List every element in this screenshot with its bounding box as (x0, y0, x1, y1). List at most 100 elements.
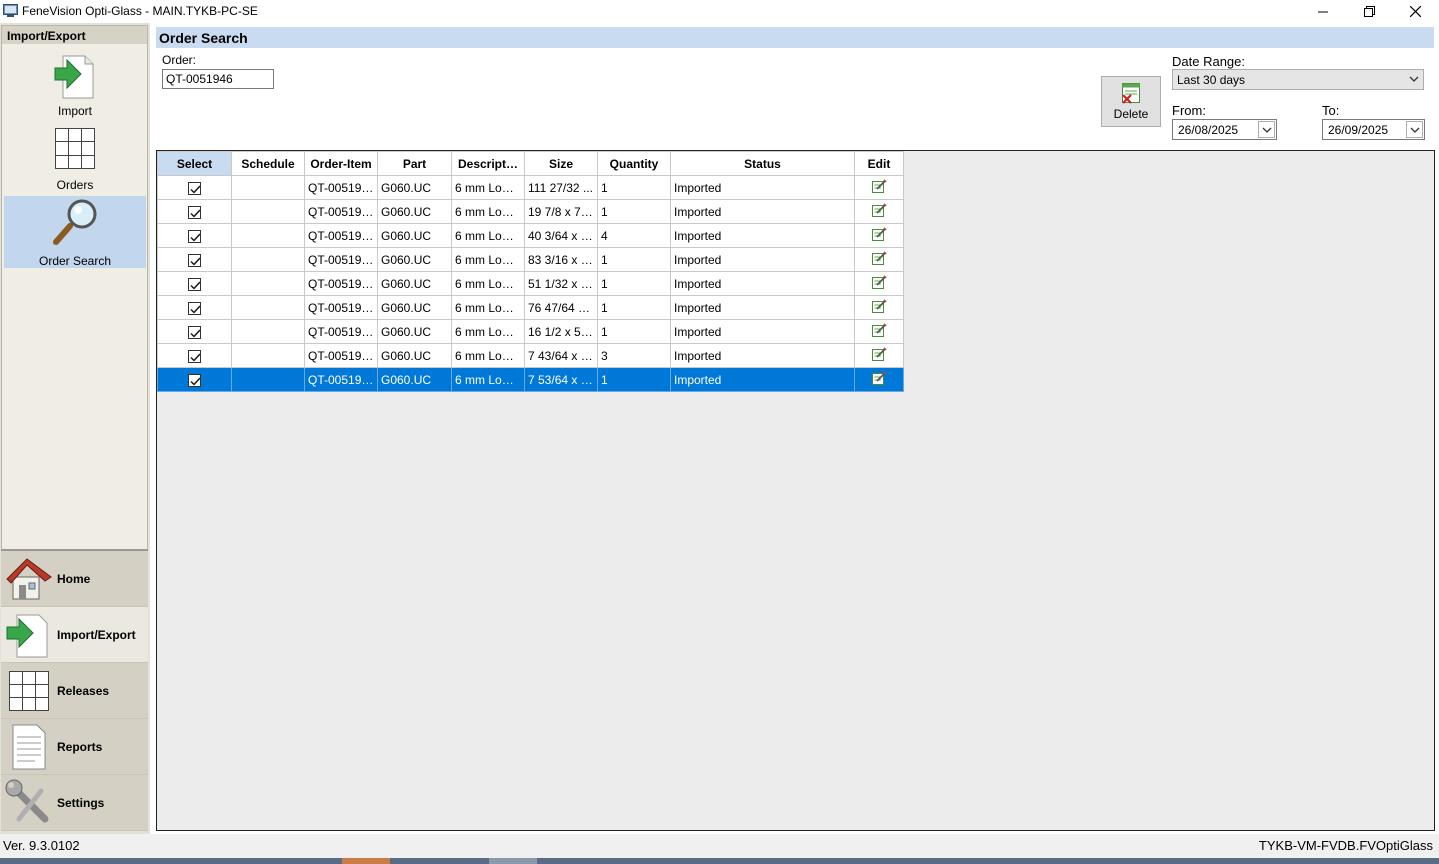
quantity-cell[interactable]: 1 (597, 271, 671, 296)
schedule-cell[interactable] (231, 199, 305, 224)
order-item-cell[interactable]: QT-005194... (304, 319, 378, 344)
description-cell[interactable]: 6 mm Lowl-... (451, 295, 525, 320)
schedule-cell[interactable] (231, 223, 305, 248)
description-cell[interactable]: 6 mm Lowl-... (451, 247, 525, 272)
tool-order-search[interactable]: Order Search (4, 196, 146, 268)
order-item-cell[interactable]: QT-005194... (304, 223, 378, 248)
edit-icon[interactable] (871, 370, 887, 386)
select-checkbox[interactable] (188, 325, 201, 339)
nav-item-releases[interactable]: Releases (1, 663, 148, 719)
table-row[interactable]: QT-005194... G060.UC 6 mm Lowl-... 7 43/64 … (157, 343, 904, 368)
status-cell[interactable]: Imported (670, 271, 855, 296)
table-row[interactable]: QT-005194... G060.UC 6 mm Lowl-... 83 3/16 … (157, 247, 904, 272)
column-header-status[interactable]: Status (670, 151, 855, 176)
size-cell[interactable]: 19 7/8 x 7 ... (524, 199, 598, 224)
select-cell[interactable] (157, 247, 232, 272)
schedule-cell[interactable] (231, 271, 305, 296)
size-cell[interactable]: 16 1/2 x 59... (524, 319, 598, 344)
table-row[interactable]: QT-005194... G060.UC 6 mm Lowl-... 51 1/32 … (157, 271, 904, 296)
column-header-quantity[interactable]: Quantity (597, 151, 671, 176)
select-cell[interactable] (157, 343, 232, 368)
description-cell[interactable]: 6 mm Lowl-... (451, 223, 525, 248)
edit-icon[interactable] (871, 250, 887, 266)
table-row[interactable]: QT-005194... G060.UC 6 mm Lowl-... 111 27/3… (157, 175, 904, 200)
column-header-description[interactable]: Descript… (451, 151, 525, 176)
schedule-cell[interactable] (231, 247, 305, 272)
edit-icon[interactable] (871, 274, 887, 290)
description-cell[interactable]: 6 mm Lowl-... (451, 343, 525, 368)
close-button[interactable] (1392, 0, 1438, 23)
nav-item-reports[interactable]: Reports (1, 719, 148, 775)
edit-cell[interactable] (854, 199, 904, 224)
select-checkbox[interactable] (188, 253, 201, 267)
part-cell[interactable]: G060.UC (377, 367, 452, 392)
nav-item-settings[interactable]: Settings (1, 775, 148, 831)
select-checkbox[interactable] (188, 181, 201, 195)
description-cell[interactable]: 6 mm Lowl-... (451, 271, 525, 296)
column-header-select[interactable]: Select (157, 151, 232, 176)
edit-cell[interactable] (854, 343, 904, 368)
tool-import[interactable]: Import (4, 50, 146, 122)
size-cell[interactable]: 7 53/64 x 1... (524, 367, 598, 392)
select-cell[interactable] (157, 199, 232, 224)
restore-button[interactable] (1346, 0, 1392, 23)
description-cell[interactable]: 6 mm Lowl-... (451, 199, 525, 224)
order-item-cell[interactable]: QT-005194... (304, 367, 378, 392)
select-cell[interactable] (157, 319, 232, 344)
select-checkbox[interactable] (188, 349, 201, 363)
nav-item-import-export[interactable]: Import/Export (1, 607, 148, 663)
select-checkbox[interactable] (188, 277, 201, 291)
status-cell[interactable]: Imported (670, 199, 855, 224)
order-item-cell[interactable]: QT-005194... (304, 175, 378, 200)
order-item-cell[interactable]: QT-005194... (304, 199, 378, 224)
part-cell[interactable]: G060.UC (377, 295, 452, 320)
table-row[interactable]: QT-005194... G060.UC 6 mm Lowl-... 7 53/64 … (157, 367, 904, 392)
size-cell[interactable]: 51 1/32 x 1... (524, 271, 598, 296)
schedule-cell[interactable] (231, 319, 305, 344)
order-item-cell[interactable]: QT-005194... (304, 271, 378, 296)
order-input[interactable]: QT-0051946 (162, 69, 274, 89)
quantity-cell[interactable]: 3 (597, 343, 671, 368)
select-cell[interactable] (157, 175, 232, 200)
edit-cell[interactable] (854, 175, 904, 200)
select-cell[interactable] (157, 223, 232, 248)
schedule-cell[interactable] (231, 343, 305, 368)
status-cell[interactable]: Imported (670, 295, 855, 320)
quantity-cell[interactable]: 4 (597, 223, 671, 248)
description-cell[interactable]: 6 mm Lowl-... (451, 175, 525, 200)
edit-cell[interactable] (854, 367, 904, 392)
status-cell[interactable]: Imported (670, 223, 855, 248)
description-cell[interactable]: 6 mm Lowl-... (451, 319, 525, 344)
order-item-cell[interactable]: QT-005194... (304, 295, 378, 320)
order-item-cell[interactable]: QT-005194... (304, 247, 378, 272)
select-checkbox[interactable] (188, 229, 201, 243)
size-cell[interactable]: 40 3/64 x 1... (524, 223, 598, 248)
select-cell[interactable] (157, 367, 232, 392)
table-row[interactable]: QT-005194... G060.UC 6 mm Lowl-... 16 1/2 x… (157, 319, 904, 344)
column-header-size[interactable]: Size (524, 151, 598, 176)
to-date-picker[interactable]: 26/09/2025 (1322, 119, 1425, 140)
select-checkbox[interactable] (188, 373, 201, 387)
table-row[interactable]: QT-005194... G060.UC 6 mm Lowl-... 40 3/64 … (157, 223, 904, 248)
quantity-cell[interactable]: 1 (597, 295, 671, 320)
status-cell[interactable]: Imported (670, 367, 855, 392)
edit-icon[interactable] (871, 226, 887, 242)
part-cell[interactable]: G060.UC (377, 319, 452, 344)
edit-icon[interactable] (871, 202, 887, 218)
edit-icon[interactable] (871, 346, 887, 362)
quantity-cell[interactable]: 1 (597, 175, 671, 200)
table-row[interactable]: QT-005194... G060.UC 6 mm Lowl-... 76 47/64… (157, 295, 904, 320)
edit-icon[interactable] (871, 178, 887, 194)
part-cell[interactable]: G060.UC (377, 223, 452, 248)
quantity-cell[interactable]: 1 (597, 319, 671, 344)
edit-cell[interactable] (854, 223, 904, 248)
part-cell[interactable]: G060.UC (377, 343, 452, 368)
order-item-cell[interactable]: QT-005194... (304, 343, 378, 368)
size-cell[interactable]: 111 27/32 ... (524, 175, 598, 200)
edit-cell[interactable] (854, 271, 904, 296)
part-cell[interactable]: G060.UC (377, 199, 452, 224)
status-cell[interactable]: Imported (670, 247, 855, 272)
description-cell[interactable]: 6 mm Lowl-... (451, 367, 525, 392)
edit-cell[interactable] (854, 319, 904, 344)
schedule-cell[interactable] (231, 295, 305, 320)
